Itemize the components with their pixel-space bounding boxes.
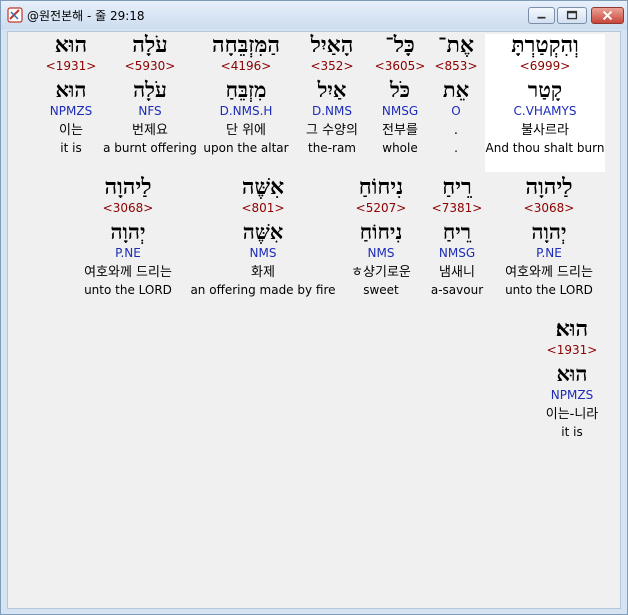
hebrew-word: נִיחוֹחַ [358, 174, 404, 200]
close-button[interactable] [591, 7, 624, 24]
english-gloss: unto the LORD [84, 283, 172, 297]
english-gloss: sweet [363, 283, 399, 297]
word-block[interactable]: אִשֶּׁה <801> אִשֶּׁה NMS 화제 an offering… [188, 176, 338, 300]
minimize-icon [537, 16, 546, 19]
hebrew-word: הוּא׃ [555, 316, 589, 342]
window-title: @원전본해 - 줄 29:18 [27, 9, 145, 23]
korean-gloss: 이는 [59, 123, 83, 138]
korean-gloss: 화제 [251, 265, 275, 280]
morphology-code: NPMZS [550, 388, 594, 402]
hebrew-root: אִשֶּׁה [242, 219, 284, 244]
english-gloss: it is [60, 141, 82, 155]
korean-gloss: 여호와께 드리는 [84, 265, 172, 280]
hebrew-word: לַיהוָה [104, 174, 152, 200]
hebrew-root: הוּא [55, 77, 87, 102]
title-bar[interactable]: @원전본해 - 줄 29:18 [1, 1, 627, 29]
interlinear-view[interactable]: וְהִקְטַרְתָּ <6999> קָטַר C.VHAMYS 불사르라… [7, 31, 621, 609]
word-block[interactable]: הוּא <1931> הוּא NPMZS 이는 it is [11, 34, 131, 158]
minimize-button[interactable] [528, 7, 555, 24]
word-block[interactable]: הוּא׃ <1931> הוּא NPMZS 이는-니라 it is [512, 316, 620, 442]
word-block[interactable]: נִיחוֹחַ <5207> נִיחוֹחַ NMS ㅎ샹기로운 sweet [321, 176, 441, 300]
bible-app-icon [7, 7, 23, 23]
korean-gloss: 이는-니라 [545, 407, 599, 422]
maximize-button[interactable] [557, 7, 587, 24]
morphology-code: NMS [249, 246, 277, 260]
morphology-code: NMS [367, 246, 395, 260]
english-gloss: an offering made by fire [190, 283, 336, 297]
hebrew-root: הוּא [556, 361, 588, 386]
word-block[interactable]: לַיהוָה <3068> יְהוָה P.NE 여호와께 드리는 unto… [68, 176, 188, 300]
hebrew-word: אִשֶּׁה [241, 174, 285, 200]
app-window: @원전본해 - 줄 29:18 וְהִקְטַרְתָּ <6999> קָט… [0, 0, 628, 615]
hebrew-root: יְהוָה [110, 219, 146, 244]
hebrew-word: הוּא [54, 32, 88, 58]
morphology-code: P.NE [115, 246, 141, 260]
maximize-icon [566, 10, 578, 20]
hebrew-root: נִיחוֹחַ [359, 219, 403, 244]
close-icon [602, 10, 613, 21]
english-gloss: it is [561, 425, 583, 439]
morphology-code: NPMZS [49, 104, 93, 118]
korean-gloss: ㅎ샹기로운 [351, 265, 411, 280]
